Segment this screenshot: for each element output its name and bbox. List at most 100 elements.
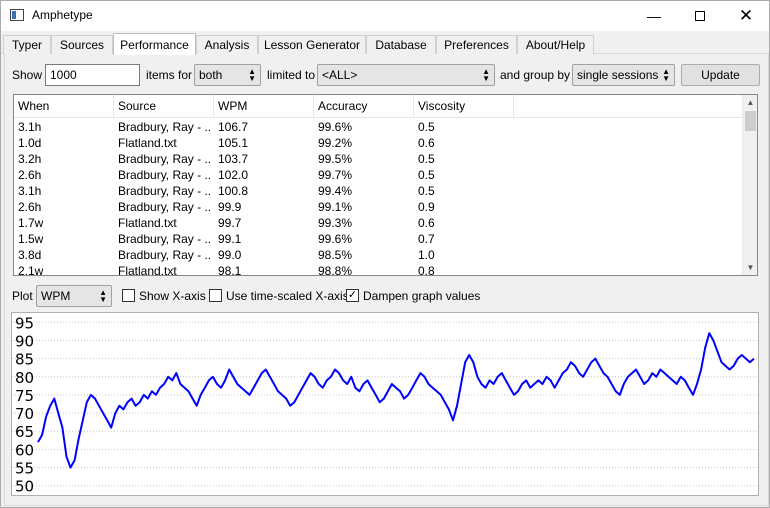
- group-by-select[interactable]: single sessions ▲ ▼: [572, 64, 675, 86]
- table-cell-wpm: 98.1: [218, 264, 242, 276]
- table-cell-viscosity: 1.0: [418, 248, 435, 262]
- window-title: Amphetype: [32, 8, 93, 22]
- spin-arrows-icon: ▲ ▼: [99, 288, 107, 304]
- plot-value: WPM: [41, 289, 71, 303]
- maximize-icon[interactable]: [677, 1, 723, 31]
- table-cell-when: 2.6h: [18, 200, 42, 214]
- items-for-select[interactable]: both ▲ ▼: [194, 64, 261, 86]
- column-header-wpm[interactable]: WPM: [214, 95, 314, 118]
- table-cell-source: Bradbury, Ray - ...: [118, 232, 212, 246]
- table-cell-accuracy: 99.6%: [318, 232, 353, 246]
- y-tick-label: 90: [15, 332, 34, 350]
- table-cell-accuracy: 99.1%: [318, 200, 353, 214]
- y-tick-label: 55: [15, 460, 34, 478]
- table-cell-wpm: 99.9: [218, 200, 242, 214]
- items-for-value: both: [199, 68, 223, 82]
- table-cell-wpm: 99.0: [218, 248, 242, 262]
- group-by-value: single sessions: [577, 68, 659, 82]
- table-cell-viscosity: 0.9: [418, 200, 435, 214]
- tab-typer[interactable]: Typer: [3, 35, 51, 54]
- table-cell-accuracy: 99.6%: [318, 120, 353, 134]
- table-cell-viscosity: 0.5: [418, 120, 435, 134]
- scrollbar-thumb[interactable]: [745, 111, 756, 131]
- y-tick-label: 95: [15, 314, 34, 332]
- tab-performance[interactable]: Performance: [113, 33, 196, 55]
- tab-about-help[interactable]: About/Help: [517, 35, 594, 54]
- table-cell-viscosity: 0.6: [418, 216, 435, 230]
- table-cell-wpm: 105.1: [218, 136, 249, 150]
- table-cell-source: Bradbury, Ray - ...: [118, 184, 212, 198]
- tab-preferences[interactable]: Preferences: [436, 35, 517, 54]
- table-cell-viscosity: 0.5: [418, 168, 435, 182]
- close-icon[interactable]: ✕: [723, 1, 769, 31]
- table-row[interactable]: 3.1h Bradbury, Ray - ... 100.8 99.4% 0.5: [14, 183, 744, 199]
- table-cell-accuracy: 99.5%: [318, 152, 353, 166]
- tab-sources[interactable]: Sources: [51, 35, 113, 54]
- table-cell-accuracy: 98.8%: [318, 264, 353, 276]
- plot-select[interactable]: WPM ▲ ▼: [36, 285, 112, 307]
- dampen-checkbox[interactable]: ✓: [346, 289, 359, 302]
- table-cell-accuracy: 98.5%: [318, 248, 353, 262]
- table-cell-source: Bradbury, Ray - ...: [118, 200, 212, 214]
- spin-arrows-icon: ▲ ▼: [662, 67, 670, 83]
- table-header: When Source WPM Accuracy Viscosity: [14, 95, 744, 118]
- tab-database[interactable]: Database: [366, 35, 436, 54]
- table-cell-viscosity: 0.5: [418, 184, 435, 198]
- table-cell-wpm: 103.7: [218, 152, 249, 166]
- table-cell-wpm: 102.0: [218, 168, 249, 182]
- limited-to-value: <ALL>: [322, 68, 358, 82]
- scroll-down-icon[interactable]: ▼: [743, 260, 757, 275]
- table-row[interactable]: 2.1w Flatland.txt 98.1 98.8% 0.8: [14, 263, 744, 276]
- y-tick-label: 60: [15, 441, 34, 459]
- time-scaled-label: Use time-scaled X-axis: [226, 289, 349, 303]
- update-button[interactable]: Update: [681, 64, 760, 86]
- time-scaled-checkbox[interactable]: [209, 289, 222, 302]
- table-cell-source: Bradbury, Ray - ...: [118, 248, 212, 262]
- wpm-graph: 95 90 85 80 75 70 65 60 55 50: [11, 312, 759, 496]
- y-tick-label: 70: [15, 405, 34, 423]
- table-row[interactable]: 3.8d Bradbury, Ray - ... 99.0 98.5% 1.0: [14, 247, 744, 263]
- table-cell-when: 2.6h: [18, 168, 42, 182]
- table-cell-viscosity: 0.5: [418, 152, 435, 166]
- table-scrollbar[interactable]: ▲ ▼: [742, 95, 757, 275]
- limited-to-select[interactable]: <ALL> ▲ ▼: [317, 64, 495, 86]
- y-tick-label: 80: [15, 369, 34, 387]
- column-header-viscosity[interactable]: Viscosity: [414, 95, 514, 118]
- table-cell-viscosity: 0.7: [418, 232, 435, 246]
- tab-analysis[interactable]: Analysis: [196, 35, 258, 54]
- y-tick-label: 85: [15, 351, 34, 369]
- table-row[interactable]: 3.1h Bradbury, Ray - ... 106.7 99.6% 0.5: [14, 119, 744, 135]
- table-row[interactable]: 1.7w Flatland.txt 99.7 99.3% 0.6: [14, 215, 744, 231]
- column-header-source[interactable]: Source: [114, 95, 214, 118]
- app-window: Amphetype — ✕ Typer Sources Performance …: [0, 0, 770, 508]
- dampen-label: Dampen graph values: [363, 289, 481, 303]
- table-cell-when: 1.0d: [18, 136, 42, 150]
- scroll-up-icon[interactable]: ▲: [743, 95, 757, 110]
- group-by-label: and group by: [500, 68, 571, 82]
- table-row[interactable]: 1.0d Flatland.txt 105.1 99.2% 0.6: [14, 135, 744, 151]
- column-header-accuracy[interactable]: Accuracy: [314, 95, 414, 118]
- column-header-when[interactable]: When: [14, 95, 114, 118]
- table-cell-wpm: 99.1: [218, 232, 242, 246]
- tab-lesson-generator[interactable]: Lesson Generator: [258, 35, 366, 54]
- table-cell-when: 2.1w: [18, 264, 44, 276]
- app-icon: [10, 9, 24, 21]
- limited-to-label: limited to: [267, 68, 316, 82]
- table-cell-viscosity: 0.6: [418, 136, 435, 150]
- show-count-input[interactable]: 1000: [45, 64, 140, 86]
- table-cell-wpm: 100.8: [218, 184, 249, 198]
- table-row[interactable]: 2.6h Bradbury, Ray - ... 102.0 99.7% 0.5: [14, 167, 744, 183]
- show-x-axis-checkbox[interactable]: [122, 289, 135, 302]
- table-row[interactable]: 1.5w Bradbury, Ray - ... 99.1 99.6% 0.7: [14, 231, 744, 247]
- plot-label: Plot: [12, 289, 33, 303]
- sessions-table: When Source WPM Accuracy Viscosity 3.1h B…: [13, 94, 758, 276]
- y-tick-label: 75: [15, 387, 34, 405]
- minimize-icon[interactable]: —: [631, 1, 677, 31]
- table-row[interactable]: 2.6h Bradbury, Ray - ... 99.9 99.1% 0.9: [14, 199, 744, 215]
- check-icon: ✓: [347, 289, 358, 301]
- table-cell-accuracy: 99.2%: [318, 136, 353, 150]
- table-cell-when: 3.1h: [18, 184, 42, 198]
- table-cell-wpm: 99.7: [218, 216, 242, 230]
- table-row[interactable]: 3.2h Bradbury, Ray - ... 103.7 99.5% 0.5: [14, 151, 744, 167]
- table-cell-when: 3.1h: [18, 120, 42, 134]
